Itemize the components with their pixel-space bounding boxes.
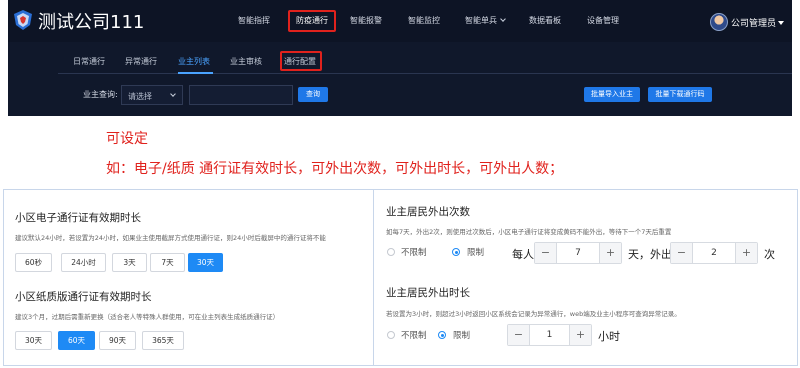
minus-icon[interactable]: − <box>535 243 557 263</box>
tab-owner-list[interactable]: 业主列表 <box>178 56 210 67</box>
highlight-box-nav <box>288 10 336 32</box>
times-value[interactable]: 2 <box>693 243 735 263</box>
sub-navbar: 日常通行 异常通行 业主列表 业主审核 通行配置 <box>58 50 792 74</box>
nav-item-dashboard[interactable]: 数据看板 <box>529 15 561 26</box>
nav-item-alarm[interactable]: 智能报警 <box>350 15 382 26</box>
chevron-down-icon <box>170 91 176 97</box>
tab-abnormal-pass[interactable]: 异常通行 <box>125 56 157 67</box>
pass-validity-panel: 小区电子通行证有效期时长 建议默认24小时，若设置为24小时，如果业主使用截屏方… <box>3 189 376 366</box>
days-value[interactable]: 7 <box>557 243 599 263</box>
top-navbar: 测试公司111 智能指挥 防疫通行 智能报警 智能监控 智能单兵 数据看板 设备… <box>8 0 792 42</box>
per-person-label: 每人 <box>512 248 534 261</box>
tab-daily-pass[interactable]: 日常通行 <box>73 56 105 67</box>
caret-down-icon <box>778 21 785 25</box>
annotation-heading: 可设定 <box>106 131 148 147</box>
minus-icon[interactable]: − <box>671 243 693 263</box>
nav-item-soldier-label: 智能单兵 <box>465 16 497 25</box>
electronic-pass-desc: 建议默认24小时，若设置为24小时，如果业主使用截屏方式使用通行证，则24小时后… <box>15 234 326 242</box>
owner-select-value: 请选择 <box>128 92 152 101</box>
user-name: 公司管理员 <box>731 19 777 29</box>
avatar[interactable] <box>710 13 728 31</box>
paper-option-30d[interactable]: 30天 <box>15 331 52 350</box>
outing-duration-title: 业主居民外出时长 <box>386 287 470 299</box>
active-tab-underline <box>178 72 213 74</box>
count-radio-unlimited-label: 不限制 <box>401 248 427 258</box>
duration-radio-limited-label: 限制 <box>453 331 471 341</box>
hours-stepper[interactable]: − 1 + <box>507 324 592 346</box>
tab-owner-review[interactable]: 业主审核 <box>230 56 262 67</box>
outing-duration-desc: 若设置为3小时，则超过3小时返回小区系统会记录为异常通行，web端及业主小程序可… <box>386 310 681 318</box>
annotation-description: 如：电子/纸质 通行证有效时长，可外出次数，可外出时长，可外出人数； <box>106 161 564 177</box>
app-screenshot: 测试公司111 智能指挥 防疫通行 智能报警 智能监控 智能单兵 数据看板 设备… <box>8 0 792 116</box>
duration-radio-unlimited[interactable] <box>387 331 395 339</box>
search-button[interactable]: 查询 <box>298 87 328 102</box>
download-pass-codes-button[interactable]: 批量下载通行码 <box>648 87 712 102</box>
search-bar: 业主查询: 请选择 查询 批量导入业主 批量下载通行码 <box>58 84 778 106</box>
minus-icon[interactable]: − <box>508 325 530 345</box>
outing-count-title: 业主居民外出次数 <box>386 206 470 218</box>
electronic-option-7d[interactable]: 7天 <box>150 253 185 272</box>
nav-item-soldier[interactable]: 智能单兵 <box>465 15 506 26</box>
paper-option-365d[interactable]: 365天 <box>142 331 184 350</box>
chevron-down-icon <box>500 16 506 22</box>
electronic-option-60s[interactable]: 60秒 <box>15 253 52 272</box>
paper-pass-desc: 建议3个月，过期后需重新更换（适合老人等特殊人群使用，可在业主列表生成纸质通行证… <box>15 313 280 321</box>
plus-icon[interactable]: + <box>599 243 621 263</box>
days-out-label: 天，外出 <box>628 248 672 261</box>
shield-logo-icon <box>14 10 32 30</box>
search-input[interactable] <box>189 85 293 105</box>
duration-radio-unlimited-label: 不限制 <box>401 331 427 341</box>
hours-value[interactable]: 1 <box>530 325 569 345</box>
electronic-pass-title: 小区电子通行证有效期时长 <box>15 212 141 224</box>
count-radio-limited-label: 限制 <box>467 248 485 258</box>
count-radio-limited[interactable] <box>452 248 460 256</box>
days-stepper[interactable]: − 7 + <box>534 242 622 264</box>
brand-title: 测试公司111 <box>38 12 145 33</box>
electronic-option-30d[interactable]: 30天 <box>188 253 223 272</box>
duration-radio-limited[interactable] <box>438 331 446 339</box>
owner-select[interactable]: 请选择 <box>121 85 183 105</box>
plus-icon[interactable]: + <box>569 325 591 345</box>
nav-item-command[interactable]: 智能指挥 <box>238 15 270 26</box>
search-label: 业主查询: <box>83 90 118 99</box>
nav-item-devices[interactable]: 设备管理 <box>587 15 619 26</box>
hours-label: 小时 <box>598 330 620 343</box>
outing-limits-panel: 业主居民外出次数 如每7天，外出2次，则使用过次数后，小区电子通行证将变成黄码不… <box>373 189 798 366</box>
times-label: 次 <box>764 248 775 261</box>
nav-item-monitor[interactable]: 智能监控 <box>408 15 440 26</box>
paper-option-90d[interactable]: 90天 <box>99 331 136 350</box>
times-stepper[interactable]: − 2 + <box>670 242 758 264</box>
outing-count-desc: 如每7天，外出2次，则使用过次数后，小区电子通行证将变成黄码不能外出，等待下一个… <box>386 228 672 236</box>
plus-icon[interactable]: + <box>735 243 757 263</box>
paper-pass-title: 小区纸质版通行证有效期时长 <box>15 291 152 303</box>
count-radio-unlimited[interactable] <box>387 248 395 256</box>
electronic-option-3d[interactable]: 3天 <box>112 253 147 272</box>
import-owners-button[interactable]: 批量导入业主 <box>584 87 640 102</box>
paper-option-60d[interactable]: 60天 <box>58 331 95 350</box>
highlight-box-tab <box>280 51 322 71</box>
user-menu[interactable]: 公司管理员 <box>731 16 785 29</box>
electronic-option-24h[interactable]: 24小时 <box>61 253 106 272</box>
